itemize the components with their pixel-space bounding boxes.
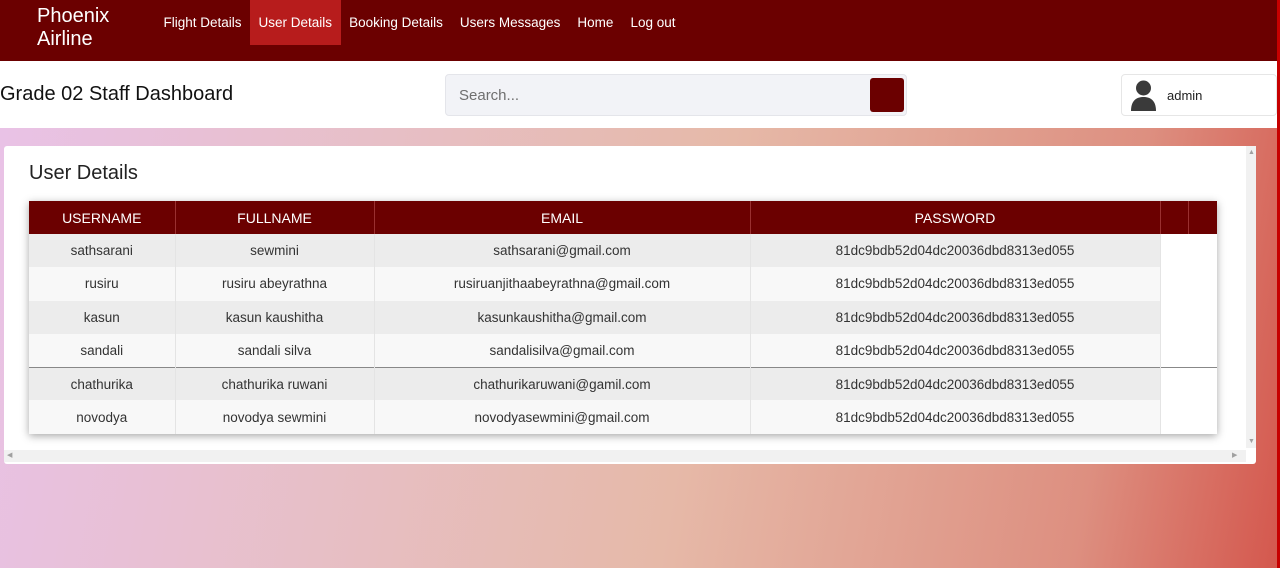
search-button[interactable] [870, 78, 904, 112]
empty-cell [1160, 400, 1188, 434]
empty-cell [1188, 400, 1217, 434]
table-row[interactable]: sandali sandali silva sandalisilva@gmail.c… [29, 333, 1217, 368]
table-row[interactable]: rusiru rusiru abeyrathna rusiruanjithaabey… [29, 267, 1217, 301]
table-row[interactable]: kasun kasun kaushitha kasunkaushitha@gmail… [29, 300, 1217, 334]
dashboard-header: Grade 02 Staff Dashboard admin [0, 61, 1277, 128]
user-avatar-icon [1127, 78, 1160, 112]
email-cell: sathsarani@gmail.com [374, 234, 751, 268]
empty-cell [1160, 366, 1188, 401]
brand-line-2: Airline [37, 28, 93, 50]
users-table: USERNAME FULLNAME EMAIL PASSWORD sathsar… [29, 201, 1217, 434]
empty-cell [1160, 300, 1188, 334]
column-header-extra [1160, 201, 1189, 234]
empty-cell [1188, 234, 1217, 268]
scroll-up-icon[interactable]: ▲ [1248, 149, 1255, 157]
page-title: Grade 02 Staff Dashboard [0, 83, 234, 105]
password-cell: 81dc9bdb52d04dc20036dbd8313ed055 [750, 267, 1161, 301]
column-header-username[interactable]: USERNAME [29, 201, 176, 234]
card-title: User Details [29, 162, 138, 184]
fullname-cell: rusiru abeyrathna [175, 267, 375, 301]
empty-cell [1160, 267, 1188, 301]
top-navbar: Phoenix Airline Flight Details User Detai… [0, 0, 1277, 61]
table-header-row: USERNAME FULLNAME EMAIL PASSWORD [29, 201, 1217, 234]
email-cell: sandalisilva@gmail.com [374, 333, 751, 368]
table-row[interactable]: sathsarani sewmini sathsarani@gmail.com 81d… [29, 234, 1217, 268]
search-bar [445, 74, 907, 116]
nav-menu: Flight Details User Details Booking Detail… [155, 0, 684, 45]
scroll-left-icon[interactable]: ◀ [7, 452, 12, 460]
password-cell: 81dc9bdb52d04dc20036dbd8313ed055 [750, 300, 1161, 334]
scroll-down-icon[interactable]: ▼ [1248, 438, 1255, 446]
password-cell: 81dc9bdb52d04dc20036dbd8313ed055 [750, 366, 1161, 401]
column-header-fullname[interactable]: FULLNAME [175, 201, 375, 234]
table-body: sathsarani sewmini sathsarani@gmail.com 81d… [29, 234, 1217, 434]
fullname-cell: kasun kaushitha [175, 300, 375, 334]
user-details-card: User Details USERNAME FULLNAME EMAIL PAS… [4, 146, 1256, 464]
username-cell: sathsarani [29, 234, 176, 268]
username-cell: chathurika [29, 366, 176, 401]
email-cell: kasunkaushitha@gmail.com [374, 300, 751, 334]
fullname-cell: sewmini [175, 234, 375, 268]
brand-logo[interactable]: Phoenix Airline [37, 5, 109, 51]
empty-cell [1188, 366, 1217, 401]
password-cell: 81dc9bdb52d04dc20036dbd8313ed055 [750, 400, 1161, 434]
nav-item-home[interactable]: Home [569, 0, 622, 45]
username-cell: rusiru [29, 267, 176, 301]
brand-line-1: Phoenix [37, 5, 110, 27]
username-cell: novodya [29, 400, 176, 434]
empty-cell [1188, 267, 1217, 301]
email-cell: chathurikaruwani@gamil.com [374, 366, 751, 401]
column-header-password[interactable]: PASSWORD [750, 201, 1161, 234]
password-cell: 81dc9bdb52d04dc20036dbd8313ed055 [750, 234, 1161, 268]
empty-cell [1160, 234, 1188, 268]
username-cell: sandali [29, 333, 176, 368]
email-cell: rusiruanjithaabeyrathna@gmail.com [374, 267, 751, 301]
nav-item-flight-details[interactable]: Flight Details [155, 0, 250, 45]
empty-cell [1160, 333, 1188, 368]
fullname-cell: chathurika ruwani [175, 366, 375, 401]
user-profile[interactable]: admin [1121, 74, 1277, 116]
nav-item-booking-details[interactable]: Booking Details [341, 0, 452, 45]
user-name: admin [1167, 88, 1203, 103]
horizontal-scrollbar[interactable]: ◀ ▶ [4, 450, 1246, 462]
column-header-extra [1188, 201, 1217, 234]
username-cell: kasun [29, 300, 176, 334]
users-table-container: USERNAME FULLNAME EMAIL PASSWORD sathsar… [29, 201, 1217, 434]
empty-cell [1188, 300, 1217, 334]
email-cell: novodyasewmini@gmail.com [374, 400, 751, 434]
scroll-right-icon[interactable]: ▶ [1232, 452, 1237, 460]
empty-cell [1188, 333, 1217, 368]
search-input[interactable] [446, 75, 866, 115]
table-row[interactable]: novodya novodya sewmini novodyasewmini@gma… [29, 400, 1217, 434]
password-cell: 81dc9bdb52d04dc20036dbd8313ed055 [750, 333, 1161, 368]
fullname-cell: sandali silva [175, 333, 375, 368]
nav-item-user-details[interactable]: User Details [250, 0, 341, 45]
table-row[interactable]: chathurika chathurika ruwani chathurikaruw… [29, 366, 1217, 401]
nav-item-users-messages[interactable]: Users Messages [451, 0, 569, 45]
nav-item-log-out[interactable]: Log out [622, 0, 684, 45]
column-header-email[interactable]: EMAIL [374, 201, 751, 234]
fullname-cell: novodya sewmini [175, 400, 375, 434]
vertical-scrollbar[interactable]: ▲ ▼ [1246, 146, 1256, 448]
